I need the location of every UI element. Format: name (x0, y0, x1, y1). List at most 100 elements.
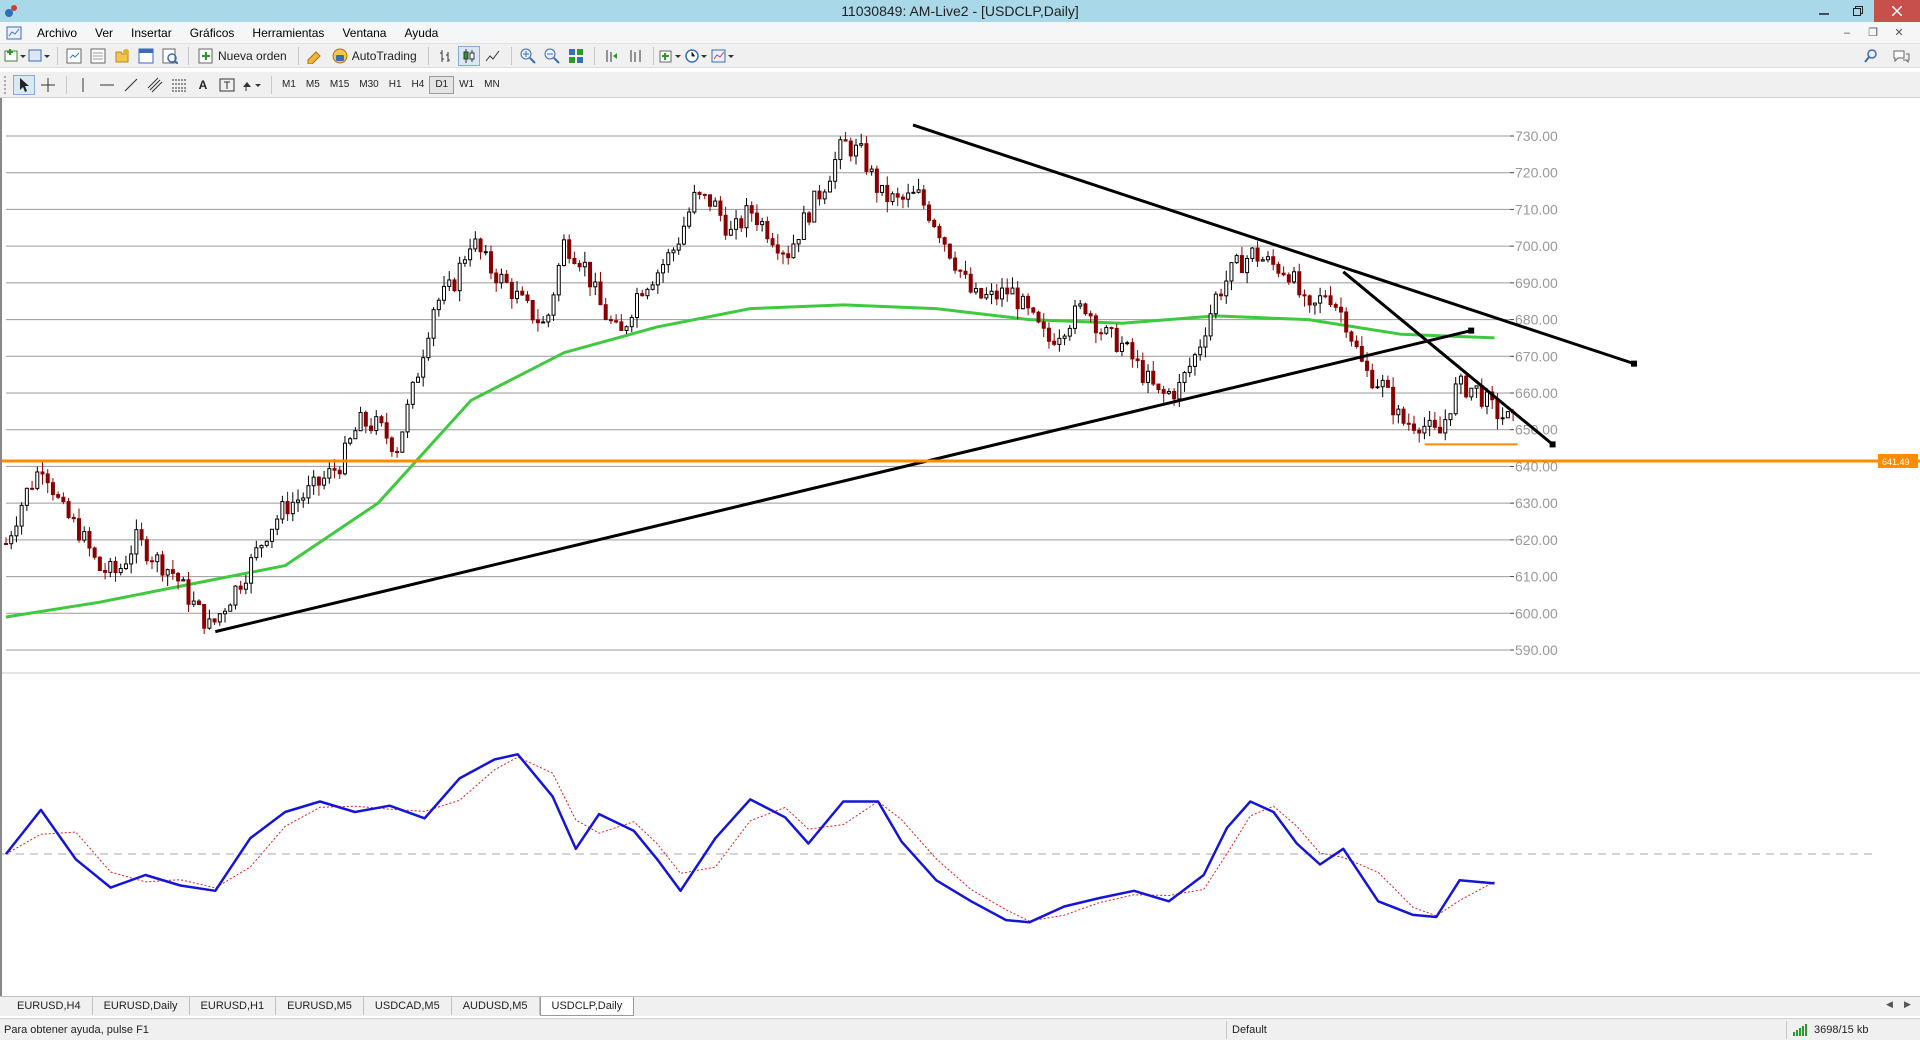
crosshair-tool-button[interactable] (37, 75, 59, 95)
candle-body (947, 243, 952, 259)
candle-body (645, 288, 650, 297)
tab-usdcad-m5[interactable]: USDCAD,M5 (364, 997, 452, 1015)
timeframe-h4[interactable]: H4 (407, 76, 430, 94)
meta-editor-button[interactable] (304, 46, 326, 66)
chat-button[interactable] (1890, 46, 1912, 66)
equidistant-channel-tool-button[interactable] (144, 75, 166, 95)
tab-eurusd-h1[interactable]: EURUSD,H1 (190, 997, 277, 1015)
terminal-button[interactable] (135, 46, 157, 66)
menu-graficos[interactable]: Gráficos (181, 26, 244, 40)
autotrading-button[interactable]: AutoTrading (328, 46, 421, 66)
timeframe-h1[interactable]: H1 (384, 76, 407, 94)
candle-body (1156, 383, 1161, 391)
market-watch-button[interactable] (63, 46, 85, 66)
timeframe-m15[interactable]: M15 (325, 76, 354, 94)
data-window-button[interactable] (87, 46, 109, 66)
candle-body (530, 300, 535, 321)
candle-body (488, 251, 493, 274)
candle-body (1401, 408, 1406, 424)
candle-body (415, 376, 420, 383)
minimize-button[interactable] (1808, 0, 1840, 22)
menu-archivo[interactable]: Archivo (28, 26, 86, 40)
trendline-tool-button[interactable] (120, 75, 142, 95)
candle-body (1000, 287, 1005, 300)
tab-eurusd-m5[interactable]: EURUSD,M5 (276, 997, 364, 1015)
profiles-button[interactable] (28, 46, 50, 66)
candle-body (1422, 425, 1427, 434)
candle-body (1057, 337, 1062, 345)
candle-body (634, 293, 639, 318)
candle-body (223, 610, 228, 615)
candle-body (588, 261, 593, 288)
text-tool-button[interactable]: A (192, 75, 214, 95)
candle-body (1166, 390, 1171, 394)
menu-ayuda[interactable]: Ayuda (395, 26, 447, 40)
timeframe-w1[interactable]: W1 (454, 76, 479, 94)
candle-body (968, 273, 973, 293)
candlestick-chart-button[interactable] (457, 45, 480, 66)
cursor-tool-button[interactable] (13, 74, 35, 95)
candle-body (384, 422, 389, 439)
candle-body (1036, 311, 1041, 323)
tab-scroll-right-icon[interactable]: ▶ (1904, 999, 1911, 1010)
candle-body (1474, 385, 1479, 389)
candle-body (426, 337, 431, 359)
chart-window[interactable]: 730.00 720.00 710.00 700.00 690.00 680.00 670.… (0, 98, 1920, 996)
indicators-button[interactable] (659, 46, 683, 66)
tab-scroll-left-icon[interactable]: ◀ (1886, 999, 1893, 1010)
candle-body (61, 496, 66, 503)
strategy-tester-button[interactable] (159, 46, 181, 66)
menu-ver[interactable]: Ver (86, 26, 122, 40)
fibonacci-tool-button[interactable] (168, 75, 190, 95)
tab-audusd-m5[interactable]: AUDUSD,M5 (452, 997, 540, 1015)
bar-chart-button[interactable] (434, 46, 456, 66)
menu-insertar[interactable]: Insertar (122, 26, 181, 40)
tab-eurusd-h4[interactable]: EURUSD,H4 (6, 997, 93, 1015)
horizontal-line-tool-button[interactable] (96, 75, 118, 95)
vertical-line-icon (82, 77, 84, 92)
new-chart-icon (4, 48, 26, 61)
chart-shift-button[interactable] (624, 46, 646, 66)
menu-herramientas[interactable]: Herramientas (243, 26, 333, 40)
candle-body (238, 585, 243, 590)
candle-body (593, 281, 598, 288)
price-chart[interactable]: 730.00720.00710.00700.00690.00680.00670.… (2, 98, 1920, 996)
periods-button[interactable] (684, 46, 709, 66)
navigator-button[interactable] (111, 46, 133, 66)
new-chart-button[interactable] (4, 46, 26, 66)
candle-body (389, 437, 394, 452)
timeframe-mn[interactable]: MN (479, 76, 505, 94)
tab-usdclp-daily[interactable]: USDCLP,Daily (539, 997, 635, 1016)
candle-body (812, 190, 817, 223)
timeframe-m1[interactable]: M1 (277, 76, 301, 94)
templates-button[interactable] (711, 46, 735, 66)
zoom-out-button[interactable] (541, 46, 563, 66)
timeframe-m30[interactable]: M30 (354, 76, 383, 94)
candle-body (838, 139, 843, 161)
trendline-anchor (1549, 441, 1556, 448)
timeframe-m5[interactable]: M5 (301, 76, 325, 94)
child-restore-button[interactable]: ❐ (1864, 24, 1882, 41)
auto-scroll-button[interactable] (600, 46, 622, 66)
text-label-tool-button[interactable] (216, 75, 238, 95)
child-close-button[interactable]: ✕ (1890, 24, 1908, 41)
child-minimize-button[interactable]: – (1838, 24, 1856, 41)
close-button[interactable] (1874, 0, 1920, 22)
tab-eurusd-daily[interactable]: EURUSD,Daily (93, 997, 190, 1015)
search-button[interactable] (1860, 46, 1882, 66)
candle-body (848, 140, 853, 157)
candle-body (1245, 257, 1250, 274)
timeframe-d1[interactable]: D1 (429, 75, 455, 94)
tile-windows-button[interactable] (565, 46, 587, 66)
candle-body (1130, 342, 1135, 360)
new-order-label: Nueva orden (218, 48, 287, 63)
candle-body (191, 600, 196, 605)
arrows-tool-button[interactable] (240, 75, 264, 95)
restore-button[interactable] (1842, 0, 1874, 22)
line-chart-button[interactable] (482, 46, 504, 66)
new-order-button[interactable]: Nueva orden (194, 46, 291, 66)
trendline-anchor (1468, 327, 1475, 334)
menu-ventana[interactable]: Ventana (333, 26, 395, 40)
vertical-line-tool-button[interactable] (72, 75, 94, 95)
zoom-in-button[interactable] (517, 46, 539, 66)
